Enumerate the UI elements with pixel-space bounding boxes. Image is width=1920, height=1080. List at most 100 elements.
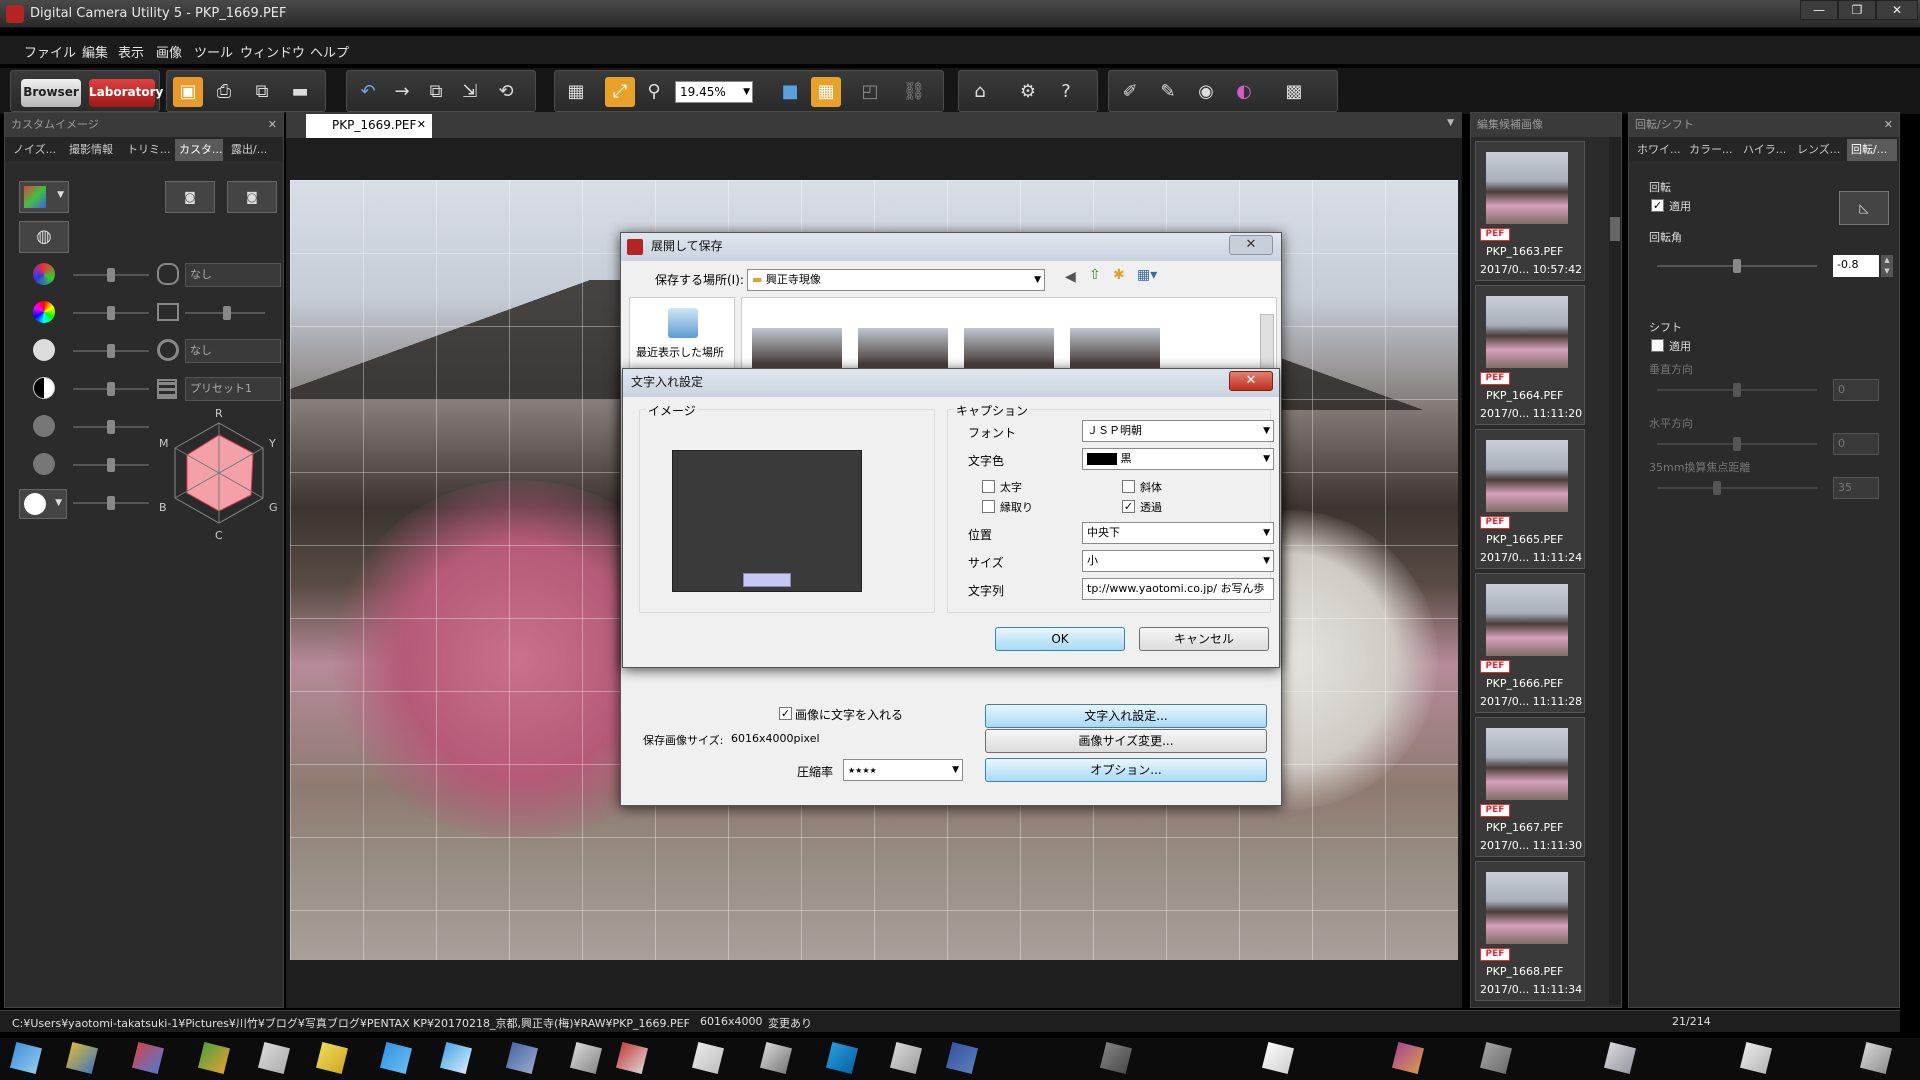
cancel-button[interactable]: キャンセル bbox=[1139, 627, 1269, 651]
taskbar-app-icon[interactable] bbox=[316, 1042, 348, 1074]
menu-file[interactable]: ファイル bbox=[24, 42, 76, 61]
paste-params-icon[interactable]: ⇲ bbox=[455, 77, 485, 107]
laboratory-button[interactable]: Laboratory bbox=[89, 79, 163, 107]
tab-shooting-info[interactable]: 撮影情報 bbox=[65, 139, 123, 161]
preset-select[interactable]: プリセット1 bbox=[185, 377, 281, 401]
taskbar-app-icon[interactable] bbox=[1392, 1042, 1424, 1074]
taskbar-app-icon[interactable] bbox=[440, 1042, 472, 1074]
right-panel-close-icon[interactable]: ✕ bbox=[1884, 113, 1893, 137]
save-dialog-close-button[interactable]: ✕ bbox=[1229, 235, 1273, 255]
text-dialog-close-button[interactable]: ✕ bbox=[1229, 371, 1273, 391]
document-tab[interactable]: PKP_1669.PEF ✕ bbox=[306, 114, 432, 138]
rotate-angle-slider[interactable] bbox=[1657, 259, 1817, 273]
fit-icon[interactable]: ⤢ bbox=[605, 77, 635, 107]
vertical-slider[interactable] bbox=[1657, 383, 1817, 397]
tab-exposure[interactable]: 露出/... bbox=[227, 139, 279, 161]
rotate-apply-checkbox[interactable]: ✓ bbox=[1651, 199, 1664, 212]
thumb-6[interactable]: PEF PKP_1668.PEF 2017/0... 11:11:34 bbox=[1475, 861, 1585, 1001]
hue-knob[interactable] bbox=[107, 306, 115, 320]
taskbar-app-icon[interactable] bbox=[570, 1042, 602, 1074]
recent-places-label[interactable]: 最近表示した場所 bbox=[636, 344, 724, 360]
thumb-4[interactable]: PEF PKP_1666.PEF 2017/0... 11:11:28 bbox=[1475, 573, 1585, 713]
recent-places-icon[interactable] bbox=[668, 308, 698, 338]
sharpness-slider[interactable] bbox=[73, 496, 149, 510]
rotate-angle-spinner[interactable]: ▲ ▼ bbox=[1881, 255, 1893, 277]
options-button[interactable]: オプション... bbox=[985, 758, 1267, 782]
taskbar-app-icon[interactable] bbox=[760, 1042, 792, 1074]
save-icon[interactable]: ▣ bbox=[173, 77, 203, 107]
left-panel-close-icon[interactable]: ✕ bbox=[268, 113, 277, 137]
resize-button[interactable]: 画像サイズ変更... bbox=[985, 729, 1267, 753]
font-select[interactable]: ＪＳＰ明朝 ▼ bbox=[1082, 420, 1274, 442]
camera-load-button[interactable]: ◙ bbox=[227, 181, 277, 213]
help-icon[interactable]: ? bbox=[1051, 77, 1081, 107]
text-string-input[interactable]: tp://www.yaotomi.co.jp/ お写ん歩 bbox=[1082, 578, 1274, 600]
taskbar-app-icon[interactable] bbox=[1262, 1042, 1294, 1074]
compare-icon[interactable]: ◰ bbox=[855, 77, 885, 107]
maximize-button[interactable]: ❐ bbox=[1838, 0, 1876, 20]
contrast-knob[interactable] bbox=[107, 382, 115, 396]
copy-params-icon[interactable]: ⧉ bbox=[421, 77, 451, 107]
menu-view[interactable]: 表示 bbox=[118, 42, 144, 61]
key-slider[interactable] bbox=[73, 344, 149, 358]
thumb-2[interactable]: PEF PKP_1664.PEF 2017/0... 11:11:20 bbox=[1475, 285, 1585, 425]
highlight-knob[interactable] bbox=[107, 420, 115, 434]
taskbar-app-icon[interactable] bbox=[1100, 1042, 1132, 1074]
grid-icon[interactable]: ▦ bbox=[561, 77, 591, 107]
saturation-slider[interactable] bbox=[73, 268, 149, 282]
folder-icon[interactable]: ■ bbox=[775, 77, 805, 107]
save-location-select[interactable]: ▬ 興正寺現像 ▼ bbox=[747, 269, 1045, 291]
sharpness-knob[interactable] bbox=[107, 496, 115, 510]
stamp-icon[interactable]: ⌂ bbox=[965, 77, 995, 107]
focal-knob[interactable] bbox=[1713, 481, 1721, 495]
tab-white-balance[interactable]: ホワイ... bbox=[1633, 139, 1683, 161]
add-text-checkbox[interactable]: ✓ bbox=[779, 707, 792, 720]
tab-color[interactable]: カラー... bbox=[1685, 139, 1737, 161]
menu-tools[interactable]: ツール bbox=[194, 42, 233, 61]
redo-icon[interactable]: → bbox=[387, 77, 417, 107]
rotate-angle-input[interactable]: -0.8 bbox=[1833, 255, 1879, 277]
contrast-slider[interactable] bbox=[73, 382, 149, 396]
toning-select[interactable]: なし bbox=[185, 339, 281, 363]
taskbar-app-icon[interactable] bbox=[380, 1042, 412, 1074]
taskbar-app-icon[interactable] bbox=[258, 1042, 290, 1074]
taskbar-app-icon[interactable] bbox=[1740, 1042, 1772, 1074]
eyedropper-icon[interactable]: ✐ bbox=[1115, 77, 1145, 107]
color-icon[interactable]: ◐ bbox=[1229, 77, 1259, 107]
filter-effect-select[interactable]: なし bbox=[185, 263, 281, 287]
menu-help[interactable]: ヘルプ bbox=[310, 42, 349, 61]
key-knob[interactable] bbox=[107, 344, 115, 358]
undo-icon[interactable]: ↶ bbox=[353, 77, 383, 107]
color-select[interactable]: 黒 ▼ bbox=[1082, 448, 1274, 470]
tab-rotate-shift[interactable]: 回転/... bbox=[1847, 139, 1897, 161]
custom-image-select[interactable]: ▼ bbox=[19, 181, 69, 213]
frame-slider[interactable] bbox=[185, 306, 265, 320]
candidates-scrollbar[interactable] bbox=[1609, 137, 1621, 1005]
grid-display-icon[interactable]: ▦ bbox=[811, 77, 841, 107]
compression-select[interactable]: ★★★★ ▼ bbox=[843, 759, 963, 781]
shadow-slider[interactable] bbox=[73, 458, 149, 472]
transparent-checkbox[interactable]: ✓ bbox=[1122, 500, 1135, 513]
taskbar-app-icon[interactable] bbox=[1480, 1042, 1512, 1074]
menu-window[interactable]: ウィンドウ bbox=[240, 42, 305, 61]
minimize-button[interactable]: — bbox=[1800, 0, 1838, 20]
highlight-slider[interactable] bbox=[73, 420, 149, 434]
ok-button[interactable]: OK bbox=[995, 627, 1125, 651]
link-icon[interactable]: ⛓ bbox=[899, 77, 929, 107]
zoom-icon[interactable]: ⚲ bbox=[639, 77, 669, 107]
reset-icon[interactable]: ⟲ bbox=[491, 77, 521, 107]
position-select[interactable]: 中央下 ▼ bbox=[1082, 522, 1274, 544]
new-folder-icon[interactable]: ✱ bbox=[1113, 267, 1125, 283]
browser-button[interactable]: Browser bbox=[21, 79, 81, 107]
gear-icon[interactable]: ⚙ bbox=[1013, 77, 1043, 107]
level-button[interactable]: ◺ bbox=[1839, 191, 1889, 225]
taskbar-app-icon[interactable] bbox=[692, 1042, 724, 1074]
camera-save-button[interactable]: ◙ bbox=[165, 181, 215, 213]
sharpness-select[interactable]: ▼ bbox=[19, 489, 67, 519]
tab-highlight[interactable]: ハイラ... bbox=[1739, 139, 1791, 161]
taskbar-app-icon[interactable] bbox=[1604, 1042, 1636, 1074]
saturation-knob[interactable] bbox=[107, 268, 115, 282]
close-button[interactable]: ✕ bbox=[1876, 0, 1918, 20]
batch-save-icon[interactable]: ⎙ bbox=[209, 77, 239, 107]
taskbar-app-icon[interactable] bbox=[946, 1042, 978, 1074]
